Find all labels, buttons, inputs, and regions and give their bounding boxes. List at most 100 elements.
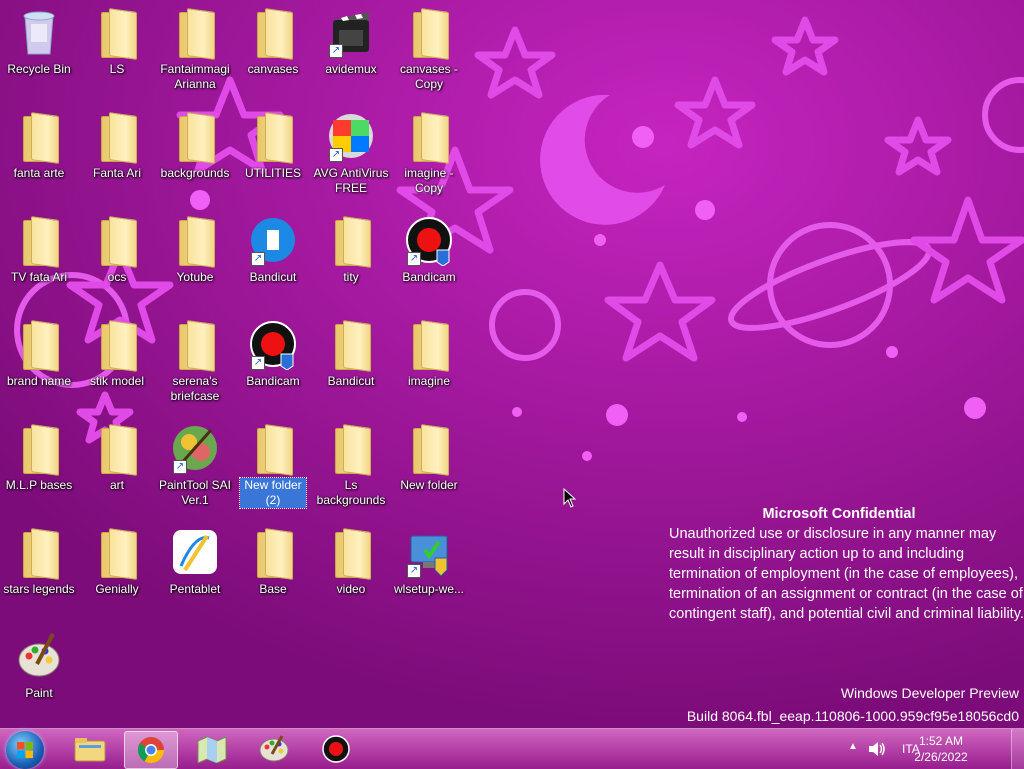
show-hidden-icons-icon[interactable]: ▲ (848, 741, 858, 752)
desktop-icon-utilities[interactable]: UTILITIES (234, 104, 312, 204)
desktop-icon-label: stik model (89, 374, 145, 388)
desktop-icon-wlsetup-we[interactable]: ↗ wlsetup-we... (390, 520, 468, 620)
desktop-icon-image (93, 6, 141, 60)
desktop-icon-base[interactable]: Base (234, 520, 312, 620)
desktop-icon-painttool-sai-ver-1[interactable]: ↗ PaintTool SAI Ver.1 (156, 416, 234, 516)
desktop-icon-image (15, 526, 63, 580)
desktop-icon-new-folder[interactable]: New folder (390, 416, 468, 516)
volume-icon[interactable] (868, 741, 886, 757)
desktop-icon-label: Bandicam (246, 374, 300, 388)
desktop-icon-image: ↗ (327, 6, 375, 58)
desktop-icon-label: UTILITIES (244, 166, 301, 180)
desktop-icon-label: art (109, 478, 124, 492)
desktop-icon-image (171, 6, 219, 60)
desktop-icon-label: Pentablet (169, 582, 221, 596)
taskbar-maps-button[interactable] (186, 731, 238, 767)
desktop-icon-canvases-copy[interactable]: canvases - Copy (390, 0, 468, 100)
desktop-icon-yotube[interactable]: Yotube (156, 208, 234, 308)
desktop-icon-image (249, 110, 297, 164)
chrome-icon (137, 737, 165, 764)
start-button[interactable] (6, 731, 44, 769)
build-text: Build 8064.fbl_eeap.110806-1000.959cf95e… (686, 708, 1019, 724)
desktop-icon-genially[interactable]: Genially (78, 520, 156, 620)
desktop-icon-recycle-bin[interactable]: Recycle Bin (0, 0, 78, 100)
folder-icon (179, 320, 215, 372)
taskbar-chrome-button[interactable] (124, 731, 178, 769)
clock[interactable]: 1:52 AM 2/26/2022 (906, 733, 976, 765)
desktop-icon-image (15, 422, 63, 476)
folder-icon (101, 528, 137, 580)
folder-icon (74, 738, 106, 762)
desktop-icon-image: ↗ (249, 318, 297, 371)
desktop-icon-label: Bandicam (402, 270, 456, 284)
desktop-icon-image (171, 214, 219, 268)
desktop-icon-label: New folder (400, 478, 458, 492)
folder-icon (23, 528, 59, 580)
desktop-icon-imagine[interactable]: imagine (390, 312, 468, 412)
desktop-icon-ls-backgrounds[interactable]: Ls backgrounds (312, 416, 390, 516)
desktop-icon-bandicut[interactable]: ↗ Bandicut (234, 208, 312, 308)
desktop-icon-image (93, 422, 141, 476)
folder-icon (23, 424, 59, 476)
desktop-icon-label: Bandicut (249, 270, 297, 284)
desktop-icon-brand-name[interactable]: brand name (0, 312, 78, 412)
desktop-icon-pentablet[interactable]: Pentablet (156, 520, 234, 620)
folder-icon (23, 216, 59, 268)
folder-icon (101, 320, 137, 372)
folder-icon (413, 8, 449, 60)
desktop-icon-video[interactable]: video (312, 520, 390, 620)
desktop-icon-label: Paint (25, 686, 53, 700)
map-icon (197, 736, 227, 763)
desktop-icon-stik-model[interactable]: stik model (78, 312, 156, 412)
desktop-icon-fanta-ari[interactable]: Fanta Ari (78, 104, 156, 204)
desktop-icon-imagine-copy[interactable]: imagine - Copy (390, 104, 468, 204)
desktop-icon-label: ocs (107, 270, 127, 284)
desktop-icon-label: Bandicut (327, 374, 375, 388)
desktop-icon-fanta-arte[interactable]: fanta arte (0, 104, 78, 204)
desktop-icon-bandicut[interactable]: Bandicut (312, 312, 390, 412)
desktop-icon-avidemux[interactable]: ↗ avidemux (312, 0, 390, 100)
desktop-icon-image (405, 6, 453, 60)
desktop-icon-bandicam[interactable]: ↗ Bandicam (390, 208, 468, 308)
desktop-icon-image (327, 422, 375, 476)
desktop-icon-backgrounds[interactable]: backgrounds (156, 104, 234, 204)
shortcut-arrow-icon: ↗ (173, 460, 187, 474)
desktop-icon-tv-fata-ari[interactable]: TV fata Ari (0, 208, 78, 308)
desktop-icon-canvases[interactable]: canvases (234, 0, 312, 100)
desktop-icon-label: Fanta Ari (92, 166, 142, 180)
desktop-icon-label: Fantaimmagi Arianna (160, 62, 230, 91)
folder-icon (335, 424, 371, 476)
desktop-icon-label: Recycle Bin (7, 62, 71, 76)
desktop-icon-ocs[interactable]: ocs (78, 208, 156, 308)
desktop-icon-new-folder-2[interactable]: New folder (2) (234, 416, 312, 516)
taskbar-explorer-button[interactable] (64, 731, 116, 767)
taskbar-paint-button[interactable] (248, 731, 300, 767)
desktop-icon-tity[interactable]: tity (312, 208, 390, 308)
desktop-icon-m-l-p-bases[interactable]: M.L.P bases (0, 416, 78, 516)
record-icon (322, 735, 350, 763)
desktop-icon-image (93, 110, 141, 164)
folder-icon (179, 8, 215, 60)
taskbar: ▲ ITA 1:52 AM 2/26/2022 (0, 728, 1024, 769)
paint-icon (18, 633, 60, 677)
desktop-icon-image (171, 110, 219, 164)
desktop-icon-art[interactable]: art (78, 416, 156, 516)
taskbar-bandicam-button[interactable] (310, 731, 362, 767)
desktop-icon-label: Genially (95, 582, 139, 596)
show-desktop-button[interactable] (1011, 729, 1024, 769)
desktop-icon-stars-legends[interactable]: stars legends (0, 520, 78, 620)
desktop-icon-image (249, 526, 297, 580)
shortcut-arrow-icon: ↗ (407, 564, 421, 578)
desktop-icon-label: imagine (407, 374, 451, 388)
desktop-icon-fantaimmagi-arianna[interactable]: Fantaimmagi Arianna (156, 0, 234, 100)
desktop-icon-image (15, 214, 63, 268)
folder-icon (257, 424, 293, 476)
desktop-icon-avg-antivirus-free[interactable]: ↗ AVG AntiVirus FREE (312, 104, 390, 204)
desktop-icon-bandicam[interactable]: ↗ Bandicam (234, 312, 312, 412)
clock-time: 1:52 AM (918, 734, 964, 748)
desktop-icon-ls[interactable]: LS (78, 0, 156, 100)
desktop-icon-paint[interactable]: Paint (0, 624, 78, 724)
notification-area: ▲ (848, 729, 885, 769)
desktop-icon-serena-s-briefcase[interactable]: serena's briefcase (156, 312, 234, 412)
desktop-icon-image: ↗ (405, 214, 453, 267)
